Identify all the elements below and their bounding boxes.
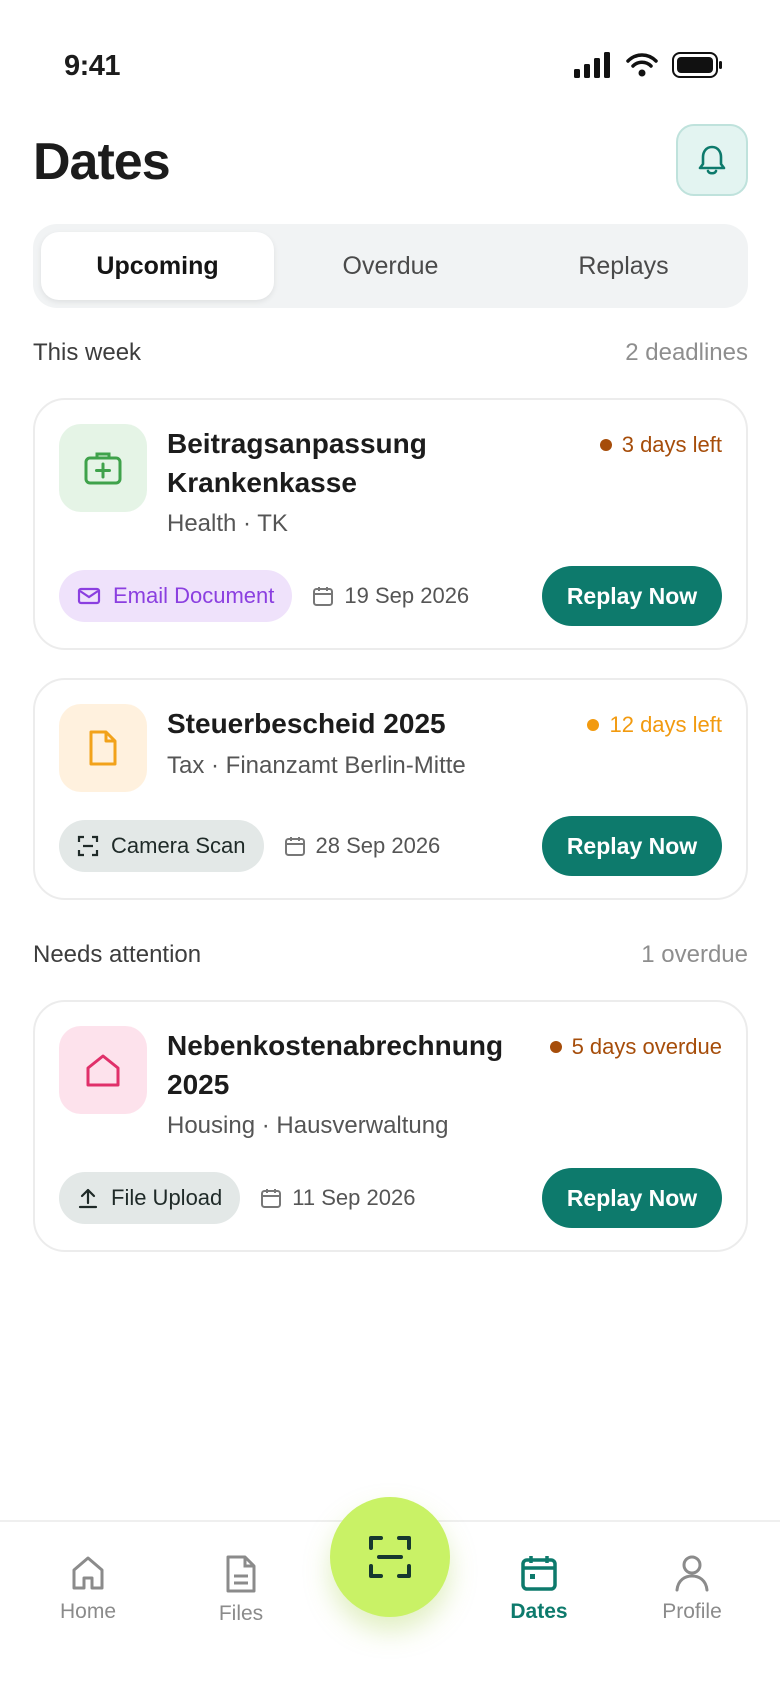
- deadline-card[interactable]: Steuerbescheid 2025 Tax · Finanzamt Berl…: [33, 678, 748, 900]
- calendar-icon: [521, 1556, 557, 1591]
- source-chip: Camera Scan: [59, 820, 264, 872]
- status-bar: 9:41: [0, 0, 780, 134]
- upload-icon: [78, 1188, 98, 1209]
- page-header: Dates: [33, 120, 748, 204]
- calendar-icon: [313, 587, 334, 606]
- status-time: 9:41: [64, 50, 121, 82]
- nav-item-files[interactable]: Files: [181, 1554, 301, 1626]
- section-count: 2 deadlines: [625, 339, 748, 366]
- due-dot: [549, 1041, 562, 1053]
- due-date: 19 Sep 2026: [312, 583, 469, 609]
- deadline-card[interactable]: Beitragsanpassung Krankenkasse Health · …: [33, 398, 748, 650]
- mail-icon: [77, 587, 101, 605]
- profile-icon: [675, 1555, 709, 1592]
- due-badge: 3 days left: [599, 432, 722, 458]
- source-chip: File Upload: [59, 1172, 241, 1224]
- nav-item-profile[interactable]: Profile: [632, 1554, 752, 1624]
- home-icon: [59, 1026, 147, 1114]
- due-date: 28 Sep 2026: [284, 833, 440, 859]
- card-title: Beitragsanpassung Krankenkasse: [167, 428, 427, 498]
- home-icon: [72, 1556, 104, 1590]
- file-icon: [226, 1555, 256, 1593]
- signal-icon: [574, 52, 610, 78]
- wifi-icon: [626, 53, 658, 77]
- due-badge: 5 days overdue: [549, 1034, 722, 1060]
- calendar-icon: [284, 837, 305, 856]
- card-subtitle: Housing · Hausverwaltung: [167, 1112, 449, 1139]
- section-needs-attention: Needs attention 1 overdue: [33, 941, 748, 969]
- tab-replays[interactable]: Replays: [507, 232, 740, 300]
- tab-overdue[interactable]: Overdue: [274, 232, 507, 300]
- status-icons: [574, 52, 724, 78]
- card-title: Nebenkostenabrechnung 2025: [167, 1030, 504, 1100]
- page-title: Dates: [33, 133, 171, 191]
- scan-icon: [77, 835, 99, 857]
- nav-item-dates[interactable]: Dates: [479, 1554, 599, 1624]
- document-icon: [59, 704, 147, 792]
- replay-now-button[interactable]: Replay Now: [542, 566, 722, 626]
- battery-icon: [672, 52, 722, 78]
- card-footer: Camera Scan 28 Sep 2026 Replay Now: [59, 816, 722, 876]
- due-dot: [599, 439, 612, 451]
- card-footer: Email Document 19 Sep 2026 Replay Now: [59, 566, 722, 626]
- calendar-icon: [261, 1189, 282, 1208]
- due-dot: [587, 719, 600, 731]
- card-subtitle: Health · TK: [167, 510, 288, 537]
- section-this-week: This week 2 deadlines: [33, 339, 748, 367]
- scan-fab-button[interactable]: [330, 1497, 450, 1617]
- bell-icon: [698, 145, 726, 175]
- card-footer: File Upload 11 Sep 2026 Replay Now: [59, 1168, 722, 1228]
- tab-upcoming[interactable]: Upcoming: [41, 232, 274, 300]
- section-label: Needs attention: [33, 941, 202, 968]
- card-title: Steuerbescheid 2025: [167, 708, 446, 739]
- notifications-button[interactable]: [676, 124, 748, 196]
- deadline-card[interactable]: Nebenkostenabrechnung 2025 Housing · Hau…: [33, 1000, 748, 1252]
- replay-now-button[interactable]: Replay Now: [542, 816, 722, 876]
- card-subtitle: Tax · Finanzamt Berlin-Mitte: [167, 752, 466, 779]
- nav-item-home[interactable]: Home: [28, 1554, 148, 1624]
- section-count: 1 overdue: [641, 941, 748, 968]
- scan-icon: [369, 1536, 411, 1578]
- due-badge: 12 days left: [587, 712, 722, 738]
- segmented-tabs: Upcoming Overdue Replays: [33, 224, 748, 308]
- section-label: This week: [33, 339, 142, 366]
- medical-briefcase-icon: [59, 424, 147, 512]
- source-chip: Email Document: [59, 570, 293, 622]
- replay-now-button[interactable]: Replay Now: [542, 1168, 722, 1228]
- due-date: 11 Sep 2026: [260, 1185, 415, 1211]
